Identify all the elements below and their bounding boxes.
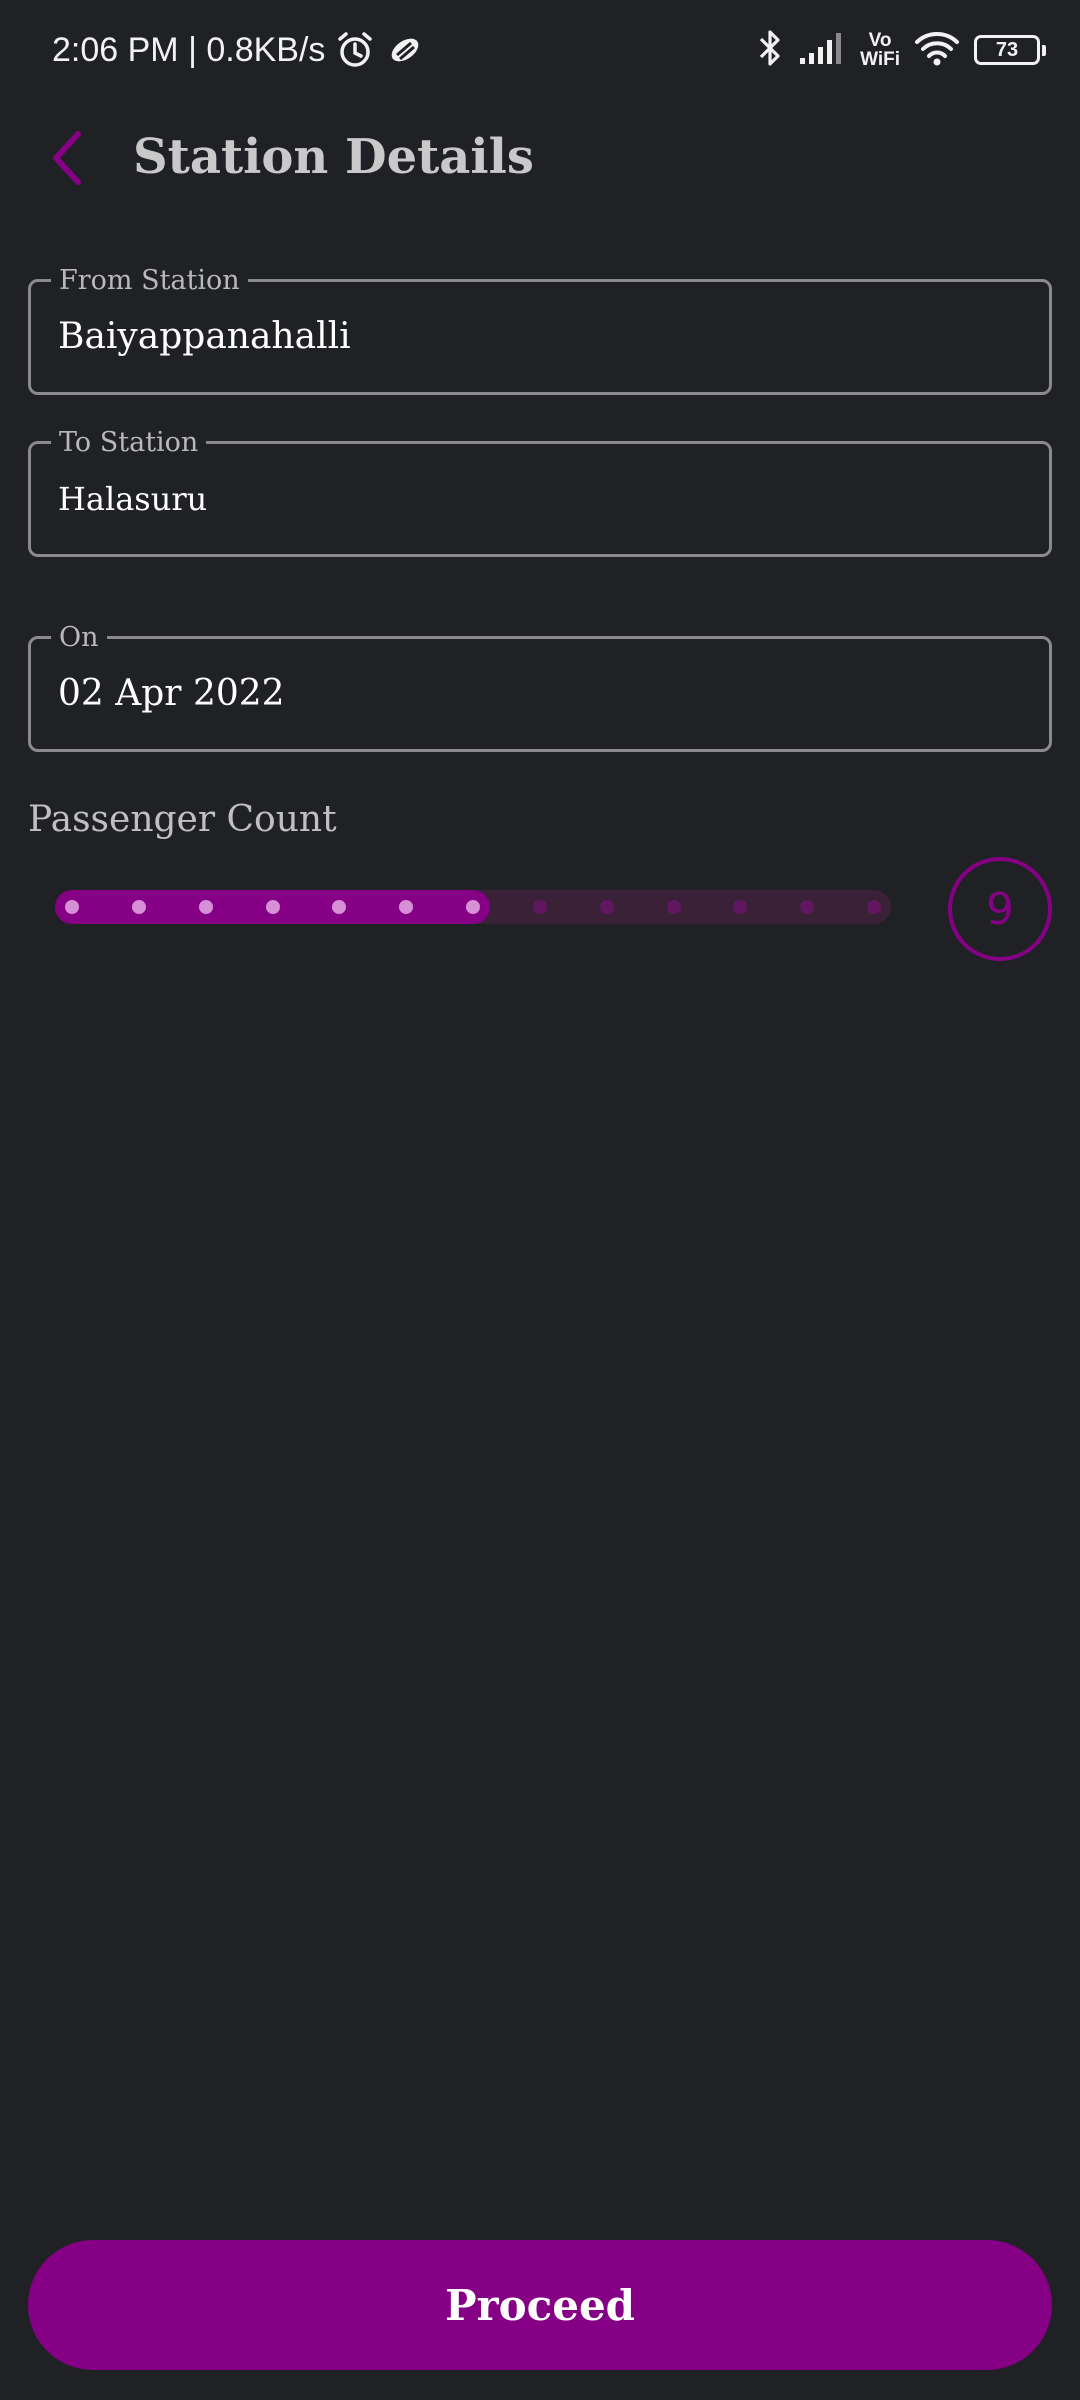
slider-tick [599,900,614,914]
date-field[interactable]: On 02 Apr 2022 [28,622,1052,752]
from-station-label: From Station [51,265,248,297]
from-station-value: Baiyappanahalli [58,316,351,357]
to-station-field[interactable]: To Station Halasuru [28,427,1052,557]
passenger-count-slider[interactable] [55,890,891,924]
date-label: On [51,622,107,654]
slider-tick [867,900,881,914]
slider-tick [198,900,213,914]
slider-tick [265,900,280,914]
to-station-label: To Station [51,427,207,459]
slider-tick [131,900,146,914]
passenger-count-indicator: 9 [948,857,1052,961]
wifi-icon [914,29,960,72]
battery-level: 73 [995,38,1019,61]
to-station-value: Halasuru [58,480,208,518]
status-time-speed: 2:06 PM | 0.8KB/s [52,30,326,69]
app-notification-icon [385,30,425,70]
proceed-button[interactable]: Proceed [28,2240,1052,2370]
slider-tick [65,900,79,914]
vowifi-vo: Vo [868,30,892,51]
alarm-icon [335,30,375,70]
signal-icon [798,30,846,71]
battery-icon: 73 [974,35,1046,65]
slider-tick-marks [55,890,891,924]
slider-tick [399,900,414,914]
slider-tick [733,900,748,914]
status-left: 2:06 PM | 0.8KB/s [52,26,425,74]
passenger-count-label: Passenger Count [28,799,337,840]
from-station-field[interactable]: From Station Baiyappanahalli [28,265,1052,395]
slider-tick [666,900,681,914]
slider-tick [800,900,815,914]
bluetooth-icon [756,28,784,73]
proceed-button-label: Proceed [444,2280,636,2330]
chevron-left-icon [53,131,81,185]
status-right: Vo WiFi 73 [756,26,1046,74]
vowifi-indicator: Vo WiFi [860,31,900,69]
slider-tick [466,900,480,914]
passenger-count-value: 9 [986,883,1014,935]
slider-tick [332,900,347,914]
page-title: Station Details [133,129,534,185]
slider-tick [532,900,547,914]
status-bar: 2:06 PM | 0.8KB/s Vo WiFi 73 [0,0,1080,100]
date-value: 02 Apr 2022 [58,673,285,714]
vowifi-wifi: WiFi [860,49,900,70]
back-button[interactable] [38,120,98,196]
